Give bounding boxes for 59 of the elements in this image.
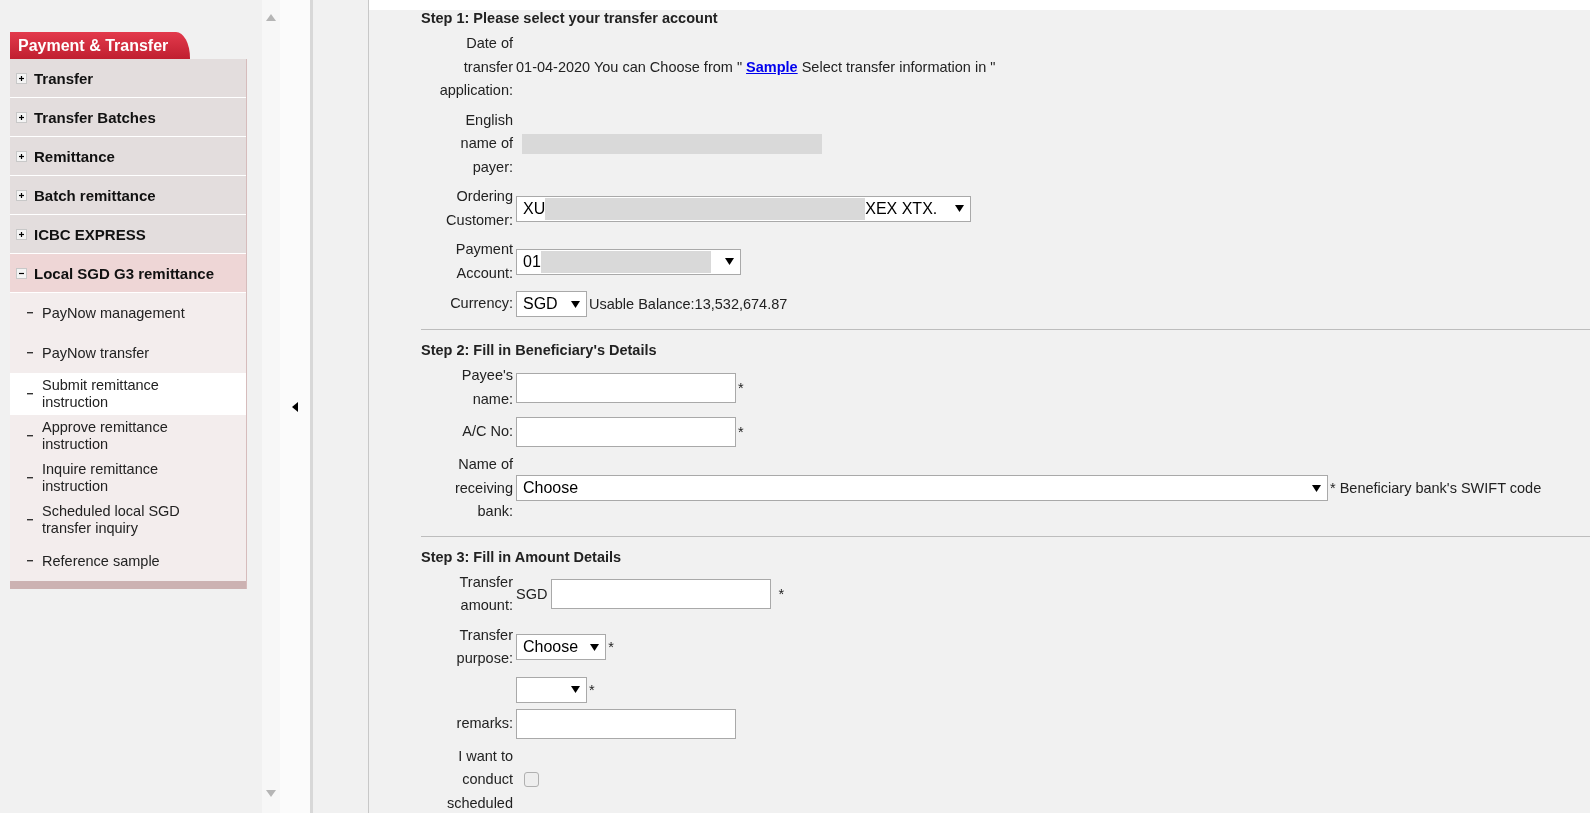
checkbox[interactable] [524, 772, 539, 788]
field-note: * [778, 586, 785, 602]
step-heading: Step 3: Fill in Amount Details [421, 548, 623, 565]
submenu-item[interactable]: Submit remittance instruction [10, 373, 246, 415]
field-note: Usable Balance:13,532,674.87 [589, 296, 788, 312]
scroll-down-icon[interactable] [266, 790, 276, 797]
plus-icon [16, 111, 27, 123]
caret-icon [571, 686, 580, 693]
input-field[interactable] [516, 372, 736, 403]
step-heading: Step 1: Please select your transfer account [421, 10, 719, 26]
plus-icon [16, 228, 27, 240]
field-label: remarks: [456, 713, 513, 733]
menu-item[interactable]: Batch remittance [10, 176, 246, 215]
caret-icon [571, 300, 580, 308]
field-note: * [608, 639, 614, 655]
select-dropdown[interactable]: XU XEX XTX. [516, 195, 971, 222]
menu-item[interactable]: Transfer Batches [10, 98, 246, 137]
input-field[interactable] [551, 579, 772, 609]
caret-icon [725, 258, 734, 265]
field-label: A/C No: [462, 422, 513, 442]
field-label: Payment Account: [454, 240, 513, 283]
input-field[interactable] [516, 417, 736, 447]
sample-link[interactable]: Sample [746, 59, 798, 76]
field-label: English name of payer: [459, 110, 513, 177]
plus-icon [16, 72, 27, 84]
field-label: Name of receiving bank: [453, 455, 513, 521]
collapse-arrow-icon[interactable] [292, 401, 298, 412]
field-label: Ordering Customer: [445, 187, 513, 230]
scroll-up-icon[interactable] [266, 14, 276, 21]
select-dropdown[interactable]: Choose [516, 634, 607, 660]
menu-item[interactable]: Transfer [10, 59, 246, 98]
field-label: Transfer amount: [458, 572, 513, 615]
menu-item[interactable]: Remittance [10, 137, 246, 176]
caret-icon [1312, 484, 1321, 492]
sidebar-title: Payment & Transfer [10, 32, 191, 59]
plus-icon [16, 189, 27, 201]
menu-item[interactable]: ICBC EXPRESS [10, 215, 246, 254]
field-note: * [738, 424, 744, 440]
field-label: Transfer purpose: [455, 625, 513, 668]
select-dropdown[interactable]: Choose [516, 475, 1328, 502]
field-label: Date of transfer application: [438, 34, 513, 100]
plus-icon [16, 150, 27, 162]
field-label: Currency: [450, 294, 513, 314]
select-dropdown[interactable] [516, 676, 587, 703]
caret-icon [955, 205, 964, 212]
info-text: 01-04-2020 You can Choose from " Sample Select transfer information in " [516, 59, 996, 76]
select-dropdown[interactable]: SGD [516, 291, 587, 317]
step-heading: Step 2: Fill in Beneficiary's Details [421, 342, 658, 358]
field-note: * Beneficiary bank's SWIFT code [1330, 480, 1542, 497]
currency-label: SGD [516, 586, 548, 602]
select-dropdown[interactable]: 01 [516, 248, 741, 275]
field-label: I want to conduct scheduled [445, 746, 513, 813]
minus-icon [16, 267, 27, 279]
input-field[interactable] [516, 708, 736, 739]
caret-icon [590, 643, 600, 651]
field-note: * [738, 379, 744, 396]
field-note: * [589, 681, 595, 698]
field-label: Payee's name: [460, 366, 513, 409]
menu-item[interactable]: Local SGD G3 remittance [10, 254, 246, 293]
